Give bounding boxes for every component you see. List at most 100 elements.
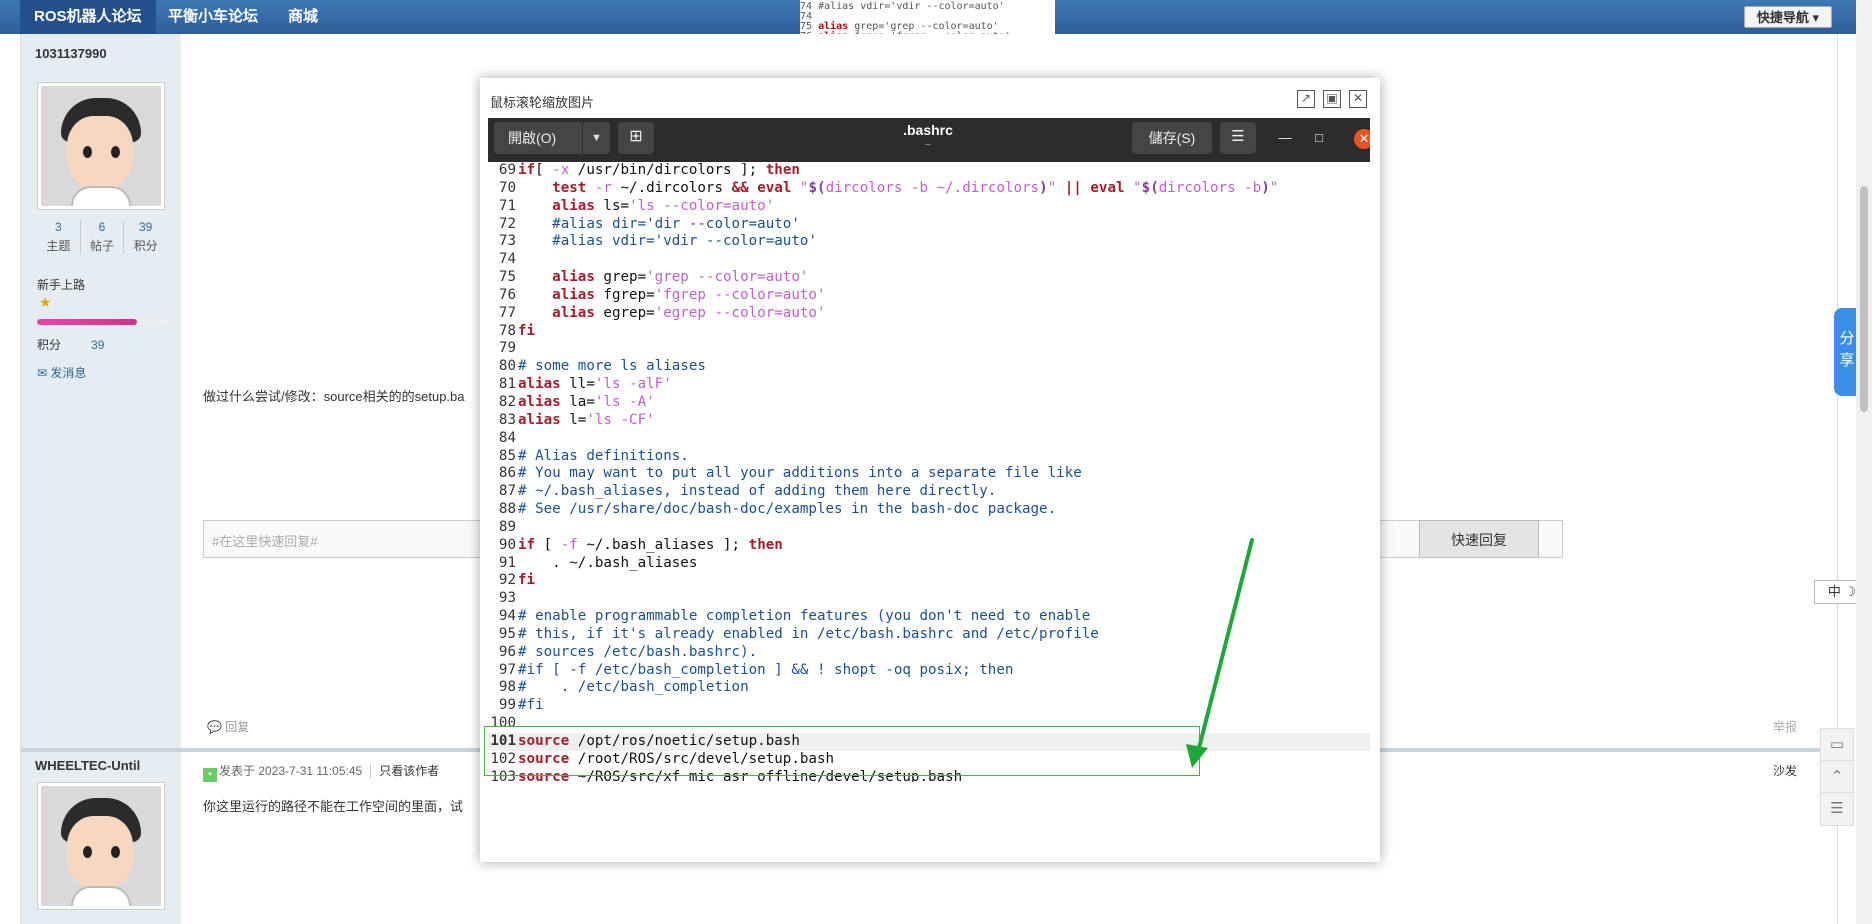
code-line[interactable]: 83 alias l='ls -CF' <box>488 412 1370 430</box>
code-line[interactable]: 90 if [ -f ~/.bash_aliases ]; then <box>488 537 1370 555</box>
post-meta: ▪ 发表于 2023-7-31 11:05:45 只看该作者 <box>203 762 440 782</box>
user-rank: 新手上路 <box>37 278 86 292</box>
code-line[interactable]: 70 test -r ~/.dircolors && eval "$(dirco… <box>488 180 1370 198</box>
author-name-2[interactable]: WHEELTEC-Until <box>35 758 140 773</box>
code-line[interactable]: 94 # enable programmable completion featu… <box>488 608 1370 626</box>
line-code: if [ -f ~/.bash_aliases ]; then <box>518 536 783 553</box>
scrollbar-thumb[interactable] <box>1860 186 1868 412</box>
line-number: 73 <box>498 233 516 250</box>
send-message-link[interactable]: ✉ 发消息 <box>37 364 86 381</box>
code-line[interactable]: 91 . ~/.bash_aliases <box>488 555 1370 573</box>
open-external-icon[interactable]: ↗ <box>1297 90 1315 108</box>
minimize-icon[interactable]: — <box>1274 128 1296 150</box>
line-number: 97 <box>498 661 516 678</box>
line-code: # some more ls aliases <box>518 358 706 375</box>
quick-reply-button[interactable]: 快速回复 <box>1419 520 1539 558</box>
code-line[interactable]: 88 # See /usr/share/doc/bash-doc/examples… <box>488 501 1370 519</box>
line-code: # this, if it's already enabled in /etc/… <box>518 625 1099 642</box>
save-button[interactable]: 儲存(S) <box>1132 122 1212 154</box>
code-line[interactable]: 98 # . /etc/bash_completion <box>488 679 1370 697</box>
line-code: fi <box>518 572 536 589</box>
code-line[interactable]: 69 if[ -x /usr/bin/dircolors ]; then <box>488 162 1370 180</box>
code-line[interactable]: 92 fi <box>488 572 1370 590</box>
floor-label[interactable]: 沙发 <box>1773 762 1797 779</box>
avatar-2[interactable] <box>37 782 165 910</box>
code-line[interactable]: 81 alias ll='ls -alF' <box>488 376 1370 394</box>
code-line[interactable]: 97 #if [ -f /etc/bash_completion ] && ! s… <box>488 662 1370 680</box>
line-number: 91 <box>498 554 516 571</box>
window-close-icon[interactable]: ✕ <box>1354 129 1370 149</box>
line-number: 76 <box>498 286 516 303</box>
code-line[interactable]: 87 # ~/.bash_aliases, instead of adding t… <box>488 483 1370 501</box>
chevron-down-icon[interactable]: ▼ <box>582 122 610 154</box>
line-number: 77 <box>498 304 516 321</box>
line-code: # You may want to put all your additions… <box>518 465 1082 482</box>
line-code: #alias dir='dir --color=auto' <box>518 215 800 232</box>
maximize-icon[interactable]: □ <box>1308 128 1330 150</box>
code-line[interactable]: 78 fi <box>488 323 1370 341</box>
code-line[interactable]: 79 <box>488 340 1370 358</box>
only-author-link[interactable]: 只看该作者 <box>370 764 440 778</box>
back-to-top-icon[interactable]: ⌃ <box>1820 760 1854 794</box>
line-code: alias la='ls -A' <box>518 393 655 410</box>
code-line[interactable]: 73 #alias vdir='vdir --color=auto' <box>488 233 1370 251</box>
code-line[interactable]: 82 alias la='ls -A' <box>488 394 1370 412</box>
line-number: 80 <box>498 358 516 375</box>
close-icon[interactable]: ✕ <box>1349 90 1367 108</box>
new-tab-icon[interactable]: ⊞ <box>618 122 654 154</box>
line-number: 79 <box>498 340 516 357</box>
stat-posts[interactable]: 6 帖子 <box>81 220 125 254</box>
open-button[interactable]: 開啟(O) ▼ <box>494 122 610 154</box>
code-line[interactable]: 93 <box>488 590 1370 608</box>
list-icon[interactable]: ☰ <box>1820 792 1854 826</box>
line-number: 81 <box>498 376 516 393</box>
reply-link[interactable]: 💬 回复 <box>207 718 249 735</box>
line-code: . ~/.bash_aliases <box>518 554 698 571</box>
code-line[interactable]: 99 #fi <box>488 697 1370 715</box>
code-line[interactable]: 72 #alias dir='dir --color=auto' <box>488 216 1370 234</box>
line-code: #alias vdir='vdir --color=auto' <box>518 233 817 250</box>
line-number: 78 <box>498 322 516 339</box>
report-link[interactable]: 举报 <box>1773 718 1797 735</box>
annotation-highlight-box <box>484 726 1200 776</box>
code-line[interactable]: 75 alias grep='grep --color=auto' <box>488 269 1370 287</box>
stat-threads[interactable]: 3 主题 <box>37 220 81 254</box>
code-line[interactable]: 76 alias fgrep='fgrep --color=auto' <box>488 287 1370 305</box>
code-editor[interactable]: 69 if[ -x /usr/bin/dircolors ]; then 70 te… <box>488 162 1370 782</box>
nav-ros-forum[interactable]: ROS机器人论坛 <box>20 0 156 34</box>
line-code: alias ls='ls --color=auto' <box>552 197 775 214</box>
code-line[interactable]: 86 # You may want to put all your additio… <box>488 465 1370 483</box>
quick-nav-button[interactable]: 快捷导航 ▾ <box>1743 6 1832 28</box>
rank-progress-bar <box>37 319 165 325</box>
code-line[interactable]: 74 <box>488 251 1370 269</box>
stat-credits[interactable]: 39 积分 <box>124 220 167 254</box>
nav-balance-car-forum[interactable]: 平衡小车论坛 <box>154 0 272 34</box>
code-line[interactable]: 85 # Alias definitions. <box>488 448 1370 466</box>
code-line[interactable]: 89 <box>488 519 1370 537</box>
line-code: #fi <box>518 697 544 714</box>
code-line[interactable]: 80 # some more ls aliases <box>488 358 1370 376</box>
line-number: 98 <box>498 679 516 696</box>
line-number: 74 <box>498 251 516 268</box>
comment-icon[interactable]: ▭ <box>1820 728 1854 762</box>
code-line[interactable]: 96 # sources /etc/bash.bashrc). <box>488 644 1370 662</box>
code-line[interactable]: 77 alias egrep='egrep --color=auto' <box>488 305 1370 323</box>
line-number: 89 <box>498 518 516 535</box>
line-code: if[ -x /usr/bin/dircolors ]; then <box>518 162 800 178</box>
code-line[interactable]: 84 <box>488 430 1370 448</box>
line-code: # . /etc/bash_completion <box>518 679 749 696</box>
author-name[interactable]: 1031137990 <box>35 46 107 61</box>
avatar[interactable] <box>37 82 165 210</box>
online-icon: ▪ <box>203 768 217 782</box>
viewer-title: 鼠标滚轮缩放图片 <box>490 95 595 110</box>
background-code-line: 74 #alias vdir='vdir --color=auto' <box>800 1 1005 12</box>
nav-shop[interactable]: 商城 <box>274 0 332 34</box>
hamburger-menu-icon[interactable]: ☰ <box>1220 122 1256 154</box>
author-sidebar: 1031137990 3 主题 6 帖子 39 积分 新手上路 ★ 积分 39 … <box>21 34 181 748</box>
line-number: 92 <box>498 572 516 589</box>
line-number: 69 <box>498 162 516 178</box>
code-line[interactable]: 95 # this, if it's already enabled in /et… <box>488 626 1370 644</box>
fit-window-icon[interactable]: ▣ <box>1323 90 1341 108</box>
code-line[interactable]: 71 alias ls='ls --color=auto' <box>488 198 1370 216</box>
page-scrollbar[interactable] <box>1856 0 1872 924</box>
